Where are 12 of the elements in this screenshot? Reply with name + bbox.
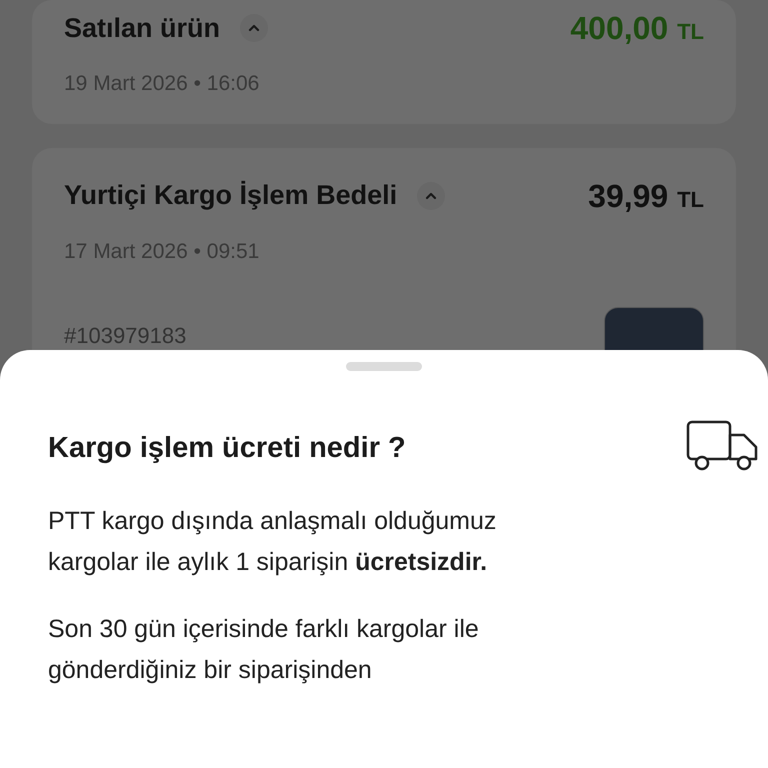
transaction-amount: 39,99 TL: [588, 176, 704, 216]
drag-handle[interactable]: [346, 362, 422, 371]
sheet-paragraph: Son 30 gün içerisinde farklı kargolar ile gönderdiğiniz bir siparişinden: [48, 614, 480, 686]
truck-icon: [686, 419, 760, 473]
chevron-up-icon[interactable]: [248, 24, 260, 32]
chevron-up-icon[interactable]: [425, 192, 438, 200]
sheet-paragraph: PTT kargo dışında anlaşmalı olduğumuz kargolar ile aylık 1 siparişin ücretsizdir.: [48, 506, 498, 578]
order-number: #103979183: [64, 322, 186, 350]
transaction-title: Satılan ürün: [64, 12, 220, 45]
transaction-amount: 400,00 TL: [570, 9, 704, 48]
sheet-title: Kargo işlem ücreti nedir ?: [48, 431, 406, 466]
transaction-title: Yurtiçi Kargo İşlem Bedeli: [64, 179, 398, 212]
